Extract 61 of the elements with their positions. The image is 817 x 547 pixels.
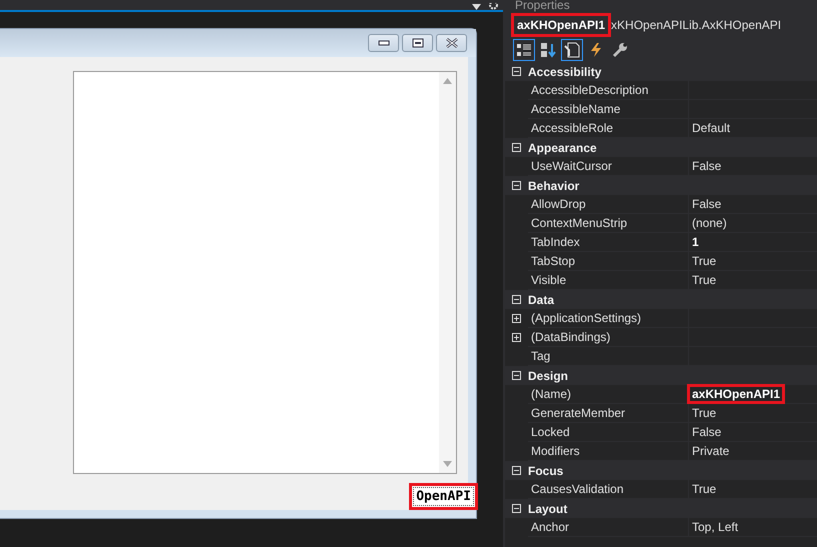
panel-title: Properties: [505, 0, 817, 12]
properties-icon[interactable]: [561, 39, 583, 61]
scroll-bar[interactable]: [439, 72, 456, 473]
collapse-icon[interactable]: [512, 295, 521, 304]
property-value[interactable]: True: [692, 406, 716, 420]
expand-icon[interactable]: [512, 333, 521, 342]
minimize-icon: [378, 40, 390, 46]
category-label: Layout: [528, 502, 568, 516]
property-name: ContextMenuStrip: [531, 216, 628, 230]
property-value[interactable]: Default: [692, 121, 730, 135]
property-value[interactable]: True: [692, 254, 716, 268]
property-name: CausesValidation: [531, 482, 624, 496]
property-value[interactable]: Private: [692, 444, 730, 458]
property-name: AccessibleName: [531, 102, 620, 116]
collapse-icon[interactable]: [512, 371, 521, 380]
property-name: (DataBindings): [531, 330, 610, 344]
property-value[interactable]: 1: [692, 235, 699, 249]
property-value[interactable]: axKHOpenAPI1: [687, 384, 786, 404]
property-name: AccessibleRole: [531, 121, 614, 135]
category-label: Appearance: [528, 140, 597, 154]
category-label: Design: [528, 368, 568, 382]
category-label: Behavior: [528, 178, 580, 192]
collapse-icon[interactable]: [512, 143, 521, 152]
property-name: TabIndex: [531, 235, 580, 249]
property-name: UseWaitCursor: [531, 159, 612, 173]
property-name: GenerateMember: [531, 406, 626, 420]
close-button[interactable]: [436, 34, 467, 52]
expand-icon[interactable]: [512, 314, 521, 323]
property-name: TabStop: [531, 254, 576, 268]
collapse-icon[interactable]: [512, 504, 521, 513]
close-icon: [444, 38, 458, 48]
property-value[interactable]: False: [692, 197, 722, 211]
property-name: Anchor: [531, 520, 570, 534]
property-value[interactable]: Top, Left: [692, 520, 738, 534]
property-value[interactable]: True: [692, 482, 716, 496]
minimize-button[interactable]: [368, 34, 399, 52]
category-label: Accessibility: [528, 64, 602, 78]
property-value[interactable]: False: [692, 159, 722, 173]
property-name: (ApplicationSettings): [531, 311, 642, 325]
openapi-control[interactable]: OpenAPI: [409, 483, 478, 510]
maximize-button[interactable]: [402, 34, 433, 52]
property-name: Visible: [531, 273, 566, 287]
object-name[interactable]: axKHOpenAPI1: [511, 13, 612, 37]
property-value[interactable]: False: [692, 425, 722, 439]
property-name: AccessibleDescription: [531, 83, 648, 97]
category-label: Data: [528, 292, 554, 306]
collapse-icon[interactable]: [512, 67, 521, 76]
gear-icon[interactable]: [489, 3, 498, 10]
property-name: Locked: [531, 425, 570, 439]
collapse-icon[interactable]: [512, 466, 521, 475]
property-name: Modifiers: [531, 444, 580, 458]
categorized-icon[interactable]: [513, 39, 535, 61]
category-label: Focus: [528, 464, 564, 478]
maximize-icon: [412, 38, 424, 48]
property-name: (Name): [531, 387, 572, 401]
property-value[interactable]: True: [692, 273, 716, 287]
property-value[interactable]: (none): [692, 216, 727, 230]
object-type: xKHOpenAPILib.AxKHOpenAPI: [611, 18, 782, 32]
property-name: AllowDrop: [531, 197, 586, 211]
property-name: Tag: [531, 349, 550, 363]
collapse-icon[interactable]: [512, 181, 521, 190]
